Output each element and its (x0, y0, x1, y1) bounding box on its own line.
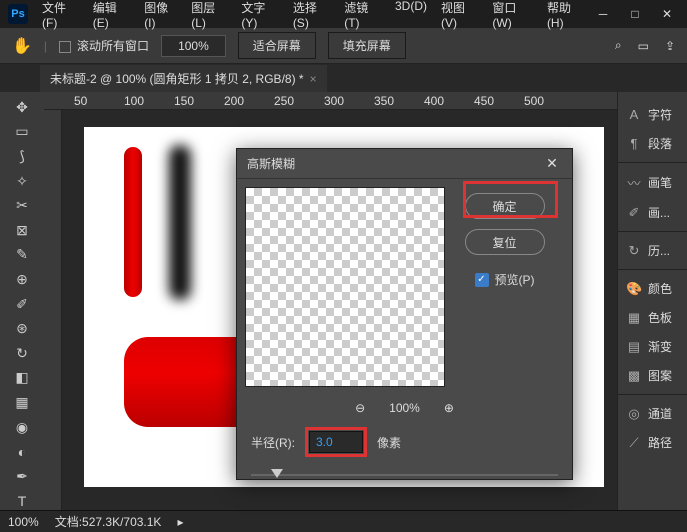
panel-history[interactable]: ↻历... (618, 236, 687, 265)
zoom-level[interactable]: 100% (161, 35, 226, 57)
menubar: 文件(F) 编辑(E) 图像(I) 图层(L) 文字(Y) 选择(S) 滤镜(T… (36, 0, 591, 34)
preview-zoom: 100% (389, 401, 420, 415)
palette-icon: 🎨 (626, 281, 642, 297)
type-tool[interactable]: T (11, 492, 33, 511)
pattern-icon: ▩ (626, 368, 642, 384)
eyedropper-tool[interactable]: ✎ (11, 246, 33, 265)
search-icon[interactable]: ⌕ (615, 38, 622, 53)
ruler-horizontal: 50100150200250300350400450500 (44, 92, 617, 110)
scroll-all-option[interactable]: 滚动所有窗口 (59, 37, 149, 54)
radius-unit: 像素 (377, 434, 401, 451)
fit-screen-button[interactable]: 适合屏幕 (238, 32, 316, 59)
panel-channel[interactable]: ◎通道 (618, 399, 687, 428)
gradient-tool[interactable]: ▦ (11, 393, 33, 412)
menu-layer[interactable]: 图层(L) (185, 0, 233, 34)
document-tab[interactable]: 未标题-2 @ 100% (圆角矩形 1 拷贝 2, RGB/8) *× (40, 65, 327, 92)
zoom-out-icon[interactable]: ⊖ (355, 401, 365, 415)
menu-type[interactable]: 文字(Y) (235, 0, 284, 34)
panel-brush[interactable]: 〰画笔 (618, 167, 687, 198)
panel-path[interactable]: ⟋路径 (618, 428, 687, 457)
heal-tool[interactable]: ⊕ (11, 270, 33, 289)
wand-tool[interactable]: ✧ (11, 172, 33, 191)
panel-paragraph[interactable]: ¶段落 (618, 129, 687, 158)
move-tool[interactable]: ✥ (11, 98, 33, 117)
channel-icon: ◎ (626, 406, 642, 422)
history-icon: ↻ (626, 243, 642, 259)
menu-3d[interactable]: 3D(D) (389, 0, 433, 34)
eraser-tool[interactable]: ◧ (11, 369, 33, 388)
menu-filter[interactable]: 滤镜(T) (338, 0, 387, 34)
red-pill-shape (124, 147, 142, 297)
blur-tool[interactable]: ◉ (11, 418, 33, 437)
right-panels: A字符 ¶段落 〰画笔 ✐画... ↻历... 🎨颜色 ▦色板 ▤渐变 ▩图案 … (617, 92, 687, 510)
gradient-icon: ▤ (626, 339, 642, 355)
status-arrow-icon[interactable]: ▸ (177, 515, 183, 529)
menu-help[interactable]: 帮助(H) (541, 0, 591, 34)
radius-label: 半径(R): (251, 434, 295, 451)
panel-character[interactable]: A字符 (618, 100, 687, 129)
hand-tool-icon: ✋ (12, 36, 32, 56)
status-doc-size: 文档:527.3K/703.1K (55, 513, 162, 530)
tool-options-divider: | (44, 39, 47, 53)
menu-select[interactable]: 选择(S) (287, 0, 336, 34)
panel-swatch[interactable]: ▦色板 (618, 303, 687, 332)
history-brush-tool[interactable]: ↻ (11, 344, 33, 363)
character-icon: A (626, 107, 642, 122)
preview-checkbox[interactable]: ✓ 预览(P) (475, 271, 535, 288)
tool-palette: ✥ ▭ ⟆ ✧ ✂ ⊠ ✎ ⊕ ✐ ⊛ ↻ ◧ ▦ ◉ ◐ ✒ T (0, 92, 44, 510)
reset-button[interactable]: 复位 (465, 229, 545, 255)
dodge-tool[interactable]: ◐ (11, 442, 33, 461)
panel-color[interactable]: 🎨颜色 (618, 274, 687, 303)
black-blur-shape (169, 145, 191, 300)
menu-edit[interactable]: 编辑(E) (87, 0, 136, 34)
minimize-button[interactable]: ─ (591, 4, 615, 24)
maximize-button[interactable]: □ (623, 4, 647, 24)
gaussian-blur-dialog: 高斯模糊 ✕ 确定 复位 ✓ 预览(P) ⊖ 100% ⊕ 半径(R): 像素 (236, 148, 573, 480)
panel-brush-preset[interactable]: ✐画... (618, 198, 687, 227)
zoom-in-icon[interactable]: ⊕ (444, 401, 454, 415)
check-icon: ✓ (475, 273, 489, 287)
panel-pattern[interactable]: ▩图案 (618, 361, 687, 390)
lasso-tool[interactable]: ⟆ (11, 147, 33, 166)
app-logo: Ps (8, 4, 28, 24)
brush-tool[interactable]: ✐ (11, 295, 33, 314)
pen-tool[interactable]: ✒ (11, 467, 33, 486)
frame-tool[interactable]: ⊠ (11, 221, 33, 240)
brush-preset-icon: ✐ (626, 205, 642, 221)
status-zoom[interactable]: 100% (8, 515, 39, 529)
menu-file[interactable]: 文件(F) (36, 0, 85, 34)
dialog-title: 高斯模糊 (247, 155, 295, 172)
share-icon[interactable]: ⇪ (665, 39, 675, 53)
swatch-icon: ▦ (626, 310, 642, 326)
slider-thumb-icon[interactable] (271, 469, 283, 478)
stamp-tool[interactable]: ⊛ (11, 319, 33, 338)
dialog-close-button[interactable]: ✕ (542, 154, 562, 174)
ruler-vertical (44, 110, 62, 510)
crop-tool[interactable]: ✂ (11, 196, 33, 215)
marquee-tool[interactable]: ▭ (11, 123, 33, 142)
path-icon: ⟋ (626, 435, 642, 451)
menu-image[interactable]: 图像(I) (138, 0, 183, 34)
fill-screen-button[interactable]: 填充屏幕 (328, 32, 406, 59)
menu-window[interactable]: 窗口(W) (486, 0, 539, 34)
panel-gradient[interactable]: ▤渐变 (618, 332, 687, 361)
radius-slider[interactable] (251, 465, 558, 485)
radius-input[interactable] (309, 431, 363, 453)
tab-close-icon[interactable]: × (310, 72, 317, 86)
ok-button[interactable]: 确定 (465, 193, 545, 219)
menu-view[interactable]: 视图(V) (435, 0, 484, 34)
brush-icon: 〰 (626, 173, 642, 192)
workspace-icon[interactable]: ▭ (638, 39, 649, 53)
blur-preview[interactable] (245, 187, 445, 387)
paragraph-icon: ¶ (626, 136, 642, 151)
close-button[interactable]: ✕ (655, 4, 679, 24)
